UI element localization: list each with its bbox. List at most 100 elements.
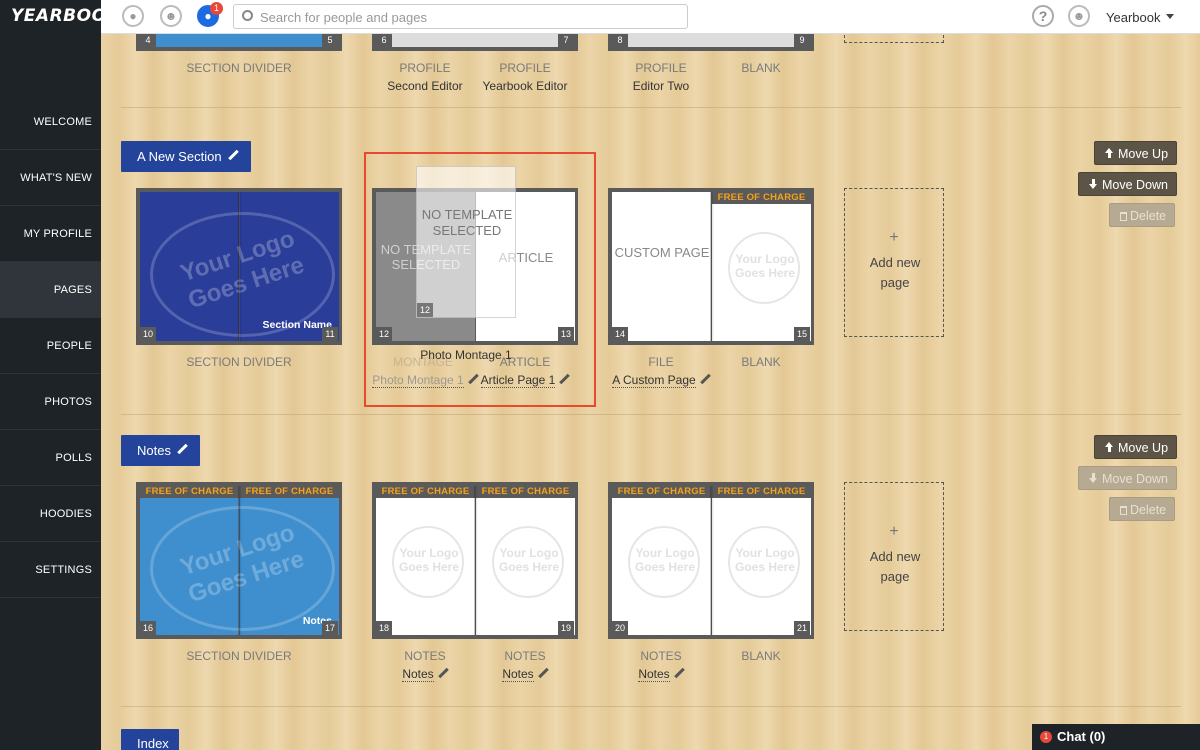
sidebar-item-hoodies[interactable]: HOODIES: [0, 486, 101, 542]
logo-placeholder-text: Your Logo Goes Here: [398, 546, 460, 574]
page-number: 6: [376, 34, 392, 47]
page-number: 18: [376, 621, 392, 635]
drop-target-highlight: [364, 152, 596, 407]
page-number: 15: [794, 327, 810, 341]
search-input[interactable]: [260, 8, 680, 26]
help-icon[interactable]: ?: [1032, 5, 1054, 27]
page-type-label: PROFILE: [399, 61, 451, 75]
search-icon: [242, 10, 253, 21]
page-name[interactable]: A Custom Page: [601, 373, 721, 388]
arrow-up-icon: [1105, 442, 1114, 452]
logo-placeholder-text: Your Logo Goes Here: [734, 252, 796, 280]
section-title-tag[interactable]: A New Section: [121, 141, 251, 172]
free-of-charge-badge: FREE OF CHARGE: [612, 486, 711, 498]
page-type-label: NOTES: [640, 649, 682, 663]
logo-placeholder-text: Your Logo Goes Here: [734, 546, 796, 574]
section-title: Index: [137, 736, 169, 750]
chat-label: Chat (0): [1057, 729, 1106, 744]
add-new-page-label: Add new page: [869, 549, 921, 584]
arrow-down-icon: [1089, 179, 1098, 189]
page-type-label: BLANK: [741, 649, 781, 663]
free-of-charge-badge: FREE OF CHARGE: [712, 486, 811, 498]
sidebar: WELCOME WHAT'S NEW MY PROFILE PAGES PEOP…: [0, 34, 101, 750]
page-name[interactable]: Editor Two: [601, 79, 721, 93]
delete-section-button[interactable]: Delete: [1109, 203, 1176, 227]
account-menu-label[interactable]: Yearbook: [1106, 10, 1160, 25]
sidebar-item-settings[interactable]: SETTINGS: [0, 542, 101, 598]
section-title-tag[interactable]: Index: [121, 729, 179, 750]
sidebar-item-polls[interactable]: POLLS: [0, 430, 101, 486]
sidebar-item-pages[interactable]: PAGES: [0, 262, 101, 318]
chat-notification-badge: 1: [1040, 731, 1052, 743]
sidebar-item-photos[interactable]: PHOTOS: [0, 374, 101, 430]
pencil-icon[interactable]: [674, 668, 684, 678]
move-down-button[interactable]: Move Down: [1078, 172, 1177, 196]
spread-20-21[interactable]: FREE OF CHARGE Your Logo Goes Here FREE …: [608, 482, 814, 639]
pencil-icon[interactable]: [177, 444, 188, 455]
spread-spine: [238, 486, 242, 635]
row-divider: [121, 414, 1181, 415]
page-number: 8: [612, 34, 628, 47]
spread-4-5[interactable]: 4 5: [136, 34, 342, 51]
move-up-button[interactable]: Move Up: [1094, 141, 1178, 165]
free-of-charge-badge: FREE OF CHARGE: [476, 486, 575, 498]
page-number: 11: [322, 327, 338, 341]
page-type-label: FILE: [648, 355, 674, 369]
page-type-label: BLANK: [741, 355, 781, 369]
page-type-label: PROFILE: [499, 61, 551, 75]
page-type-label: BLANK: [741, 61, 781, 75]
section-title-tag[interactable]: Notes: [121, 435, 200, 466]
spread-14-15[interactable]: CUSTOM PAGE FREE OF CHARGE Your Logo Goe…: [608, 188, 814, 345]
page-right: FREE OF CHARGE Your Logo Goes Here: [476, 486, 575, 635]
sidebar-item-people[interactable]: PEOPLE: [0, 318, 101, 374]
section-divider-spread[interactable]: Your Logo Goes Here Section Name 10 11: [136, 188, 342, 345]
pencil-icon[interactable]: [700, 374, 710, 384]
page-type-label: SECTION DIVIDER: [186, 355, 292, 369]
trash-icon: [1120, 212, 1127, 221]
user-icon[interactable]: ☻: [160, 5, 182, 27]
pencil-icon[interactable]: [538, 668, 548, 678]
sidebar-item-my-profile[interactable]: MY PROFILE: [0, 206, 101, 262]
page-type-label: NOTES: [404, 649, 446, 663]
bell-icon[interactable]: ●: [122, 5, 144, 27]
pencil-icon[interactable]: [228, 150, 239, 161]
move-down-button[interactable]: Move Down: [1078, 466, 1177, 490]
sidebar-item-welcome[interactable]: WELCOME: [0, 94, 101, 150]
page-name[interactable]: Yearbook Editor: [465, 79, 585, 93]
add-new-page-button[interactable]: + Add new page: [844, 482, 944, 631]
notification-count-badge: 1: [210, 2, 223, 15]
add-new-page-button[interactable]: + Add new page: [844, 188, 944, 337]
avatar[interactable]: ☻: [1068, 5, 1090, 27]
page-number: 17: [322, 621, 338, 635]
pencil-icon[interactable]: [438, 668, 448, 678]
logo-placeholder-text: Your Logo Goes Here: [634, 546, 696, 574]
section-title: Notes: [137, 443, 171, 458]
row-divider: [121, 107, 1181, 108]
arrow-down-icon: [1089, 473, 1098, 483]
delete-section-button[interactable]: Delete: [1109, 497, 1176, 521]
page-number: 20: [612, 621, 628, 635]
section-divider-spread[interactable]: FREE OF CHARGE FREE OF CHARGE Your Logo …: [136, 482, 342, 639]
page-number: 10: [140, 327, 156, 341]
chat-bar[interactable]: 1 Chat (0): [1032, 724, 1200, 750]
top-bar: YEARBOOK ● ☻ ● 1 ? ☻ Yearbook: [0, 0, 1200, 34]
spread-spine: [710, 486, 714, 635]
page-name[interactable]: Notes: [601, 667, 721, 682]
add-page-placeholder[interactable]: [844, 34, 944, 43]
page-right: FREE OF CHARGE Your Logo Goes Here: [712, 486, 811, 635]
app-logo[interactable]: YEARBOOK: [0, 0, 120, 34]
spread-8-9[interactable]: 8 9: [608, 34, 814, 51]
search-box[interactable]: [233, 4, 688, 29]
sidebar-item-whats-new[interactable]: WHAT'S NEW: [0, 150, 101, 206]
spread-spine: [710, 192, 714, 341]
spread-6-7[interactable]: 6 7: [372, 34, 578, 51]
spread-spine: [238, 192, 242, 341]
move-up-button[interactable]: Move Up: [1094, 435, 1178, 459]
page-right: FREE OF CHARGE Your Logo Goes Here: [712, 192, 811, 341]
page-name[interactable]: Notes: [465, 667, 585, 682]
spread-18-19[interactable]: FREE OF CHARGE Your Logo Goes Here FREE …: [372, 482, 578, 639]
page-number: 19: [558, 621, 574, 635]
page-left: FREE OF CHARGE Your Logo Goes Here: [612, 486, 711, 635]
chevron-down-icon[interactable]: [1166, 14, 1174, 19]
trash-icon: [1120, 506, 1127, 515]
